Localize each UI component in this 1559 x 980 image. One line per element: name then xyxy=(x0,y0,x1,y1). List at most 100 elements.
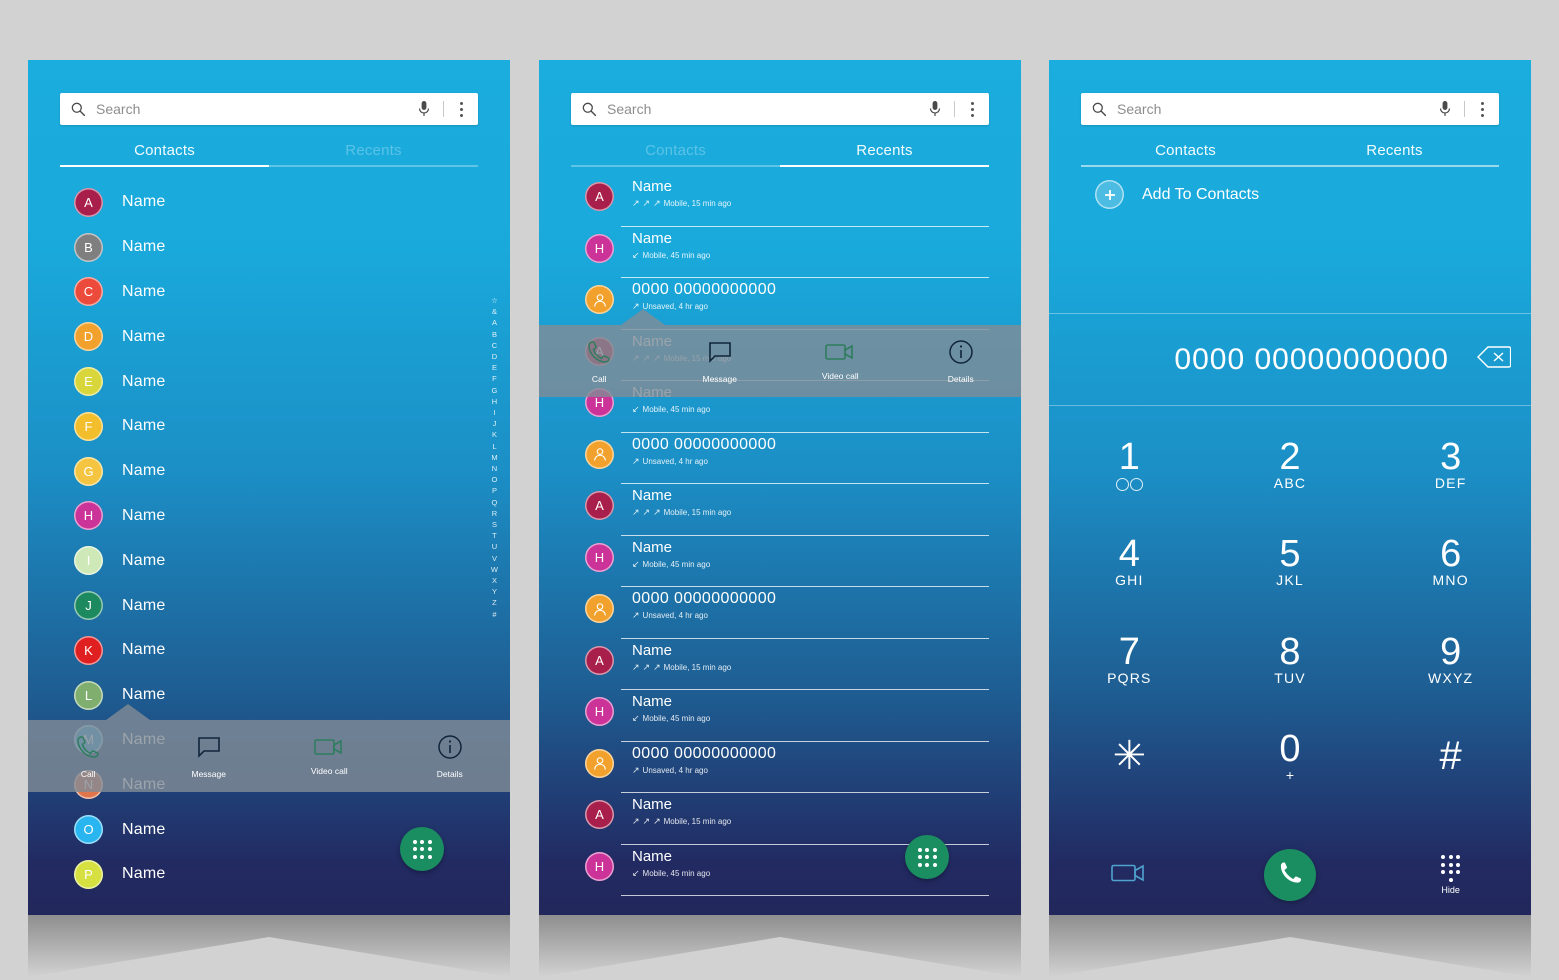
contact-row[interactable]: D Name xyxy=(28,314,510,359)
video-call-button[interactable] xyxy=(1049,862,1210,889)
alpha-index-item[interactable]: L xyxy=(492,441,496,452)
tab-contacts[interactable]: Contacts xyxy=(571,138,780,176)
tab-recents[interactable]: Recents xyxy=(269,138,478,176)
action-call[interactable]: Call xyxy=(28,734,149,779)
dialpad-key-9[interactable]: 9 WXYZ xyxy=(1370,610,1531,708)
dialpad-key-3[interactable]: 3 DEF xyxy=(1370,415,1531,513)
search-bar[interactable] xyxy=(1081,93,1499,125)
action-message[interactable]: Message xyxy=(660,339,781,384)
row-separator xyxy=(621,534,989,536)
action-message[interactable]: Message xyxy=(149,734,270,779)
contact-row[interactable]: A Name xyxy=(28,180,510,225)
alpha-index-item[interactable]: T xyxy=(492,530,497,541)
tab-recents[interactable]: Recents xyxy=(1290,138,1499,176)
action-video-call[interactable]: Video call xyxy=(269,737,390,776)
dialpad-key-7[interactable]: 7 PQRS xyxy=(1049,610,1210,708)
recent-call-row[interactable]: 0000 00000000000 ↗ Unsaved, 4 hr ago xyxy=(539,590,1021,642)
alpha-index-item[interactable]: S xyxy=(492,519,497,530)
recent-call-row[interactable]: AName↗↗↗Mobile, 15 min ago xyxy=(539,487,1021,539)
search-input[interactable] xyxy=(607,101,928,117)
alphabet-index[interactable]: ☆ & A B C D E F G H I J K L M N O P Q R S T U V W X Y Z # xyxy=(491,295,498,620)
recent-call-row[interactable]: H Name ↙Mobile, 45 min ago xyxy=(539,230,1021,282)
contact-row[interactable]: L Name xyxy=(28,673,510,718)
call-button[interactable] xyxy=(1264,849,1316,901)
dialpad-key-2[interactable]: 2 ABC xyxy=(1210,415,1371,513)
dialpad-key-1[interactable]: 1 xyxy=(1049,415,1210,513)
dialpad-key-5[interactable]: 5 JKL xyxy=(1210,513,1371,611)
search-input[interactable] xyxy=(1117,101,1438,117)
search-input[interactable] xyxy=(96,101,417,117)
alpha-index-item[interactable]: J xyxy=(493,418,497,429)
alpha-index-item[interactable]: D xyxy=(492,351,497,362)
recent-call-row[interactable]: AName↗↗↗Mobile, 15 min ago xyxy=(539,178,1021,230)
search-bar[interactable] xyxy=(60,93,478,125)
action-details[interactable]: Details xyxy=(390,734,511,779)
alpha-index-item[interactable]: I xyxy=(493,407,495,418)
action-details[interactable]: Details xyxy=(901,339,1022,384)
alpha-index-item[interactable]: ☆ xyxy=(491,295,498,306)
alpha-index-item[interactable]: N xyxy=(492,463,497,474)
recent-call-row[interactable]: 0000 00000000000 ↗ Unsaved, 4 hr ago xyxy=(539,745,1021,797)
recent-call-row[interactable]: AName↗↗↗Mobile, 15 min ago xyxy=(539,642,1021,694)
contact-row[interactable]: G Name xyxy=(28,449,510,494)
action-call[interactable]: Call xyxy=(539,339,660,384)
tab-contacts[interactable]: Contacts xyxy=(1081,138,1290,176)
contact-row[interactable]: I Name xyxy=(28,538,510,583)
alpha-index-item[interactable]: P xyxy=(492,485,497,496)
microphone-icon[interactable] xyxy=(417,100,431,118)
alpha-index-item[interactable]: F xyxy=(492,373,497,384)
recent-call-row[interactable]: H Name ↙Mobile, 45 min ago xyxy=(539,693,1021,745)
recent-call-row[interactable]: AName↗↗↗Mobile, 15 min ago xyxy=(539,796,1021,848)
more-vertical-icon[interactable] xyxy=(1473,101,1491,117)
dialpad-keypad[interactable]: 1 2 ABC 3 DEF 4 GHI 5 JKL 6 MNO 7 PQRS 8 TUV 9 WXYZ ✳ 0 + # xyxy=(1049,415,1531,805)
alpha-index-item[interactable]: M xyxy=(491,452,497,463)
alpha-index-item[interactable]: & xyxy=(492,306,497,317)
alpha-index-item[interactable]: W xyxy=(491,564,498,575)
contact-row[interactable]: J Name xyxy=(28,583,510,628)
action-video-call[interactable]: Video call xyxy=(780,342,901,381)
hide-keypad-button[interactable]: Hide xyxy=(1370,855,1531,895)
dialpad-fab[interactable] xyxy=(905,835,949,879)
dialpad-fab[interactable] xyxy=(400,827,444,871)
dialpad-key-4[interactable]: 4 GHI xyxy=(1049,513,1210,611)
alpha-index-item[interactable]: Y xyxy=(492,586,497,597)
alpha-index-item[interactable]: # xyxy=(492,609,496,620)
backspace-icon[interactable] xyxy=(1477,346,1512,373)
alpha-index-item[interactable]: O xyxy=(492,474,498,485)
alpha-index-item[interactable]: A xyxy=(492,317,497,328)
alpha-index-item[interactable]: X xyxy=(492,575,497,586)
more-vertical-icon[interactable] xyxy=(963,101,981,117)
alpha-index-item[interactable]: K xyxy=(492,429,497,440)
dialpad-key-star[interactable]: ✳ xyxy=(1049,708,1210,806)
alpha-index-item[interactable]: Z xyxy=(492,597,497,608)
contact-row[interactable]: B Name xyxy=(28,225,510,270)
microphone-icon[interactable] xyxy=(1438,100,1452,118)
alpha-index-item[interactable]: V xyxy=(492,553,497,564)
alpha-index-item[interactable]: E xyxy=(492,362,497,373)
dialpad-key-hash[interactable]: # xyxy=(1370,708,1531,806)
contact-row[interactable]: K Name xyxy=(28,628,510,673)
recents-list[interactable]: A Name ↗ ↗ ↗ Mobile, 15 min ago H Name ↙ Mobile, … xyxy=(539,178,1021,899)
microphone-icon[interactable] xyxy=(928,100,942,118)
alpha-index-item[interactable]: C xyxy=(492,340,497,351)
tab-contacts[interactable]: Contacts xyxy=(60,138,269,176)
dialpad-key-8[interactable]: 8 TUV xyxy=(1210,610,1371,708)
recent-call-row[interactable]: 0000 00000000000 ↗ Unsaved, 4 hr ago xyxy=(539,436,1021,488)
more-vertical-icon[interactable] xyxy=(452,101,470,117)
contact-row[interactable]: E Name xyxy=(28,359,510,404)
add-to-contacts-row[interactable]: Add To Contacts xyxy=(1095,180,1259,209)
tab-recents[interactable]: Recents xyxy=(780,138,989,176)
alpha-index-item[interactable]: Q xyxy=(492,497,498,508)
contact-row[interactable]: H Name xyxy=(28,494,510,539)
alpha-index-item[interactable]: U xyxy=(492,541,497,552)
alpha-index-item[interactable]: B xyxy=(492,329,497,340)
dialpad-key-6[interactable]: 6 MNO xyxy=(1370,513,1531,611)
contact-row[interactable]: C Name xyxy=(28,270,510,315)
alpha-index-item[interactable]: H xyxy=(492,396,497,407)
recent-call-row[interactable]: H Name ↙Mobile, 45 min ago xyxy=(539,539,1021,591)
contact-row[interactable]: F Name xyxy=(28,404,510,449)
alpha-index-item[interactable]: G xyxy=(492,385,498,396)
search-bar[interactable] xyxy=(571,93,989,125)
alpha-index-item[interactable]: R xyxy=(492,508,497,519)
dialpad-key-0[interactable]: 0 + xyxy=(1210,708,1371,806)
